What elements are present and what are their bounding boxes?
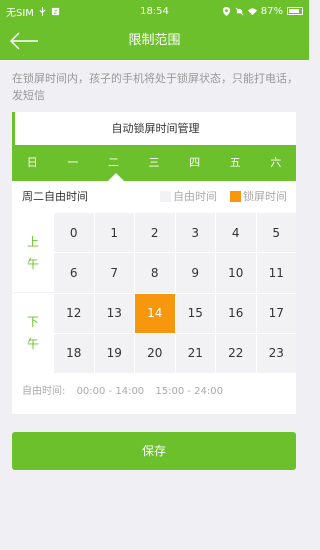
day-tab-mon[interactable]: 一	[53, 145, 94, 181]
hour-cell-23[interactable]: 23	[256, 333, 296, 373]
free-time-legend: 自由时间	[173, 190, 217, 203]
day-selector: 日 一 二 三 四 五 六	[12, 145, 296, 181]
free-time-summary: 自由时间: 00:00 - 14:00 15:00 - 24:00	[22, 382, 231, 397]
free-range-2: 15:00 - 24:00	[155, 386, 223, 397]
am-label: 上 午	[12, 213, 54, 293]
hour-cell-10[interactable]: 10	[216, 253, 256, 293]
am-char-2: 午	[26, 256, 39, 271]
pm-char-1: 下	[26, 315, 39, 329]
lock-schedule-card: 自动锁屏时间管理 日 一 二 三 四 五 六 周二自由时间 自由时间 锁屏时间 …	[12, 112, 296, 414]
hour-grid: 0 1 2 3 4 5 6 7 8 9 10 11 12 13 14 15 16 17 18 19 20 21 22 23	[54, 213, 296, 373]
hour-cell-19[interactable]: 19	[94, 333, 134, 373]
hour-cell-18[interactable]: 18	[54, 333, 94, 373]
save-button[interactable]: 保存	[12, 432, 296, 470]
hour-cell-1[interactable]: 1	[94, 213, 134, 253]
hour-cell-7[interactable]: 7	[94, 253, 134, 293]
hour-cell-3[interactable]: 3	[175, 213, 215, 253]
hour-cell-15[interactable]: 15	[175, 293, 215, 333]
hour-cell-8[interactable]: 8	[135, 253, 175, 293]
description-text: 在锁屏时间内，孩子的手机将处于锁屏状态，只能打电话，发短信	[12, 72, 298, 102]
hour-cell-11[interactable]: 11	[256, 253, 296, 293]
am-char-1: 上	[26, 234, 39, 249]
hour-cell-14[interactable]: 14	[135, 293, 175, 333]
day-tab-sun[interactable]: 日	[12, 145, 53, 181]
hour-cell-16[interactable]: 16	[216, 293, 256, 333]
hour-cell-17[interactable]: 17	[256, 293, 296, 333]
hour-cell-22[interactable]: 22	[216, 333, 256, 373]
day-tab-fri[interactable]: 五	[215, 145, 256, 181]
hour-cell-9[interactable]: 9	[175, 253, 215, 293]
day-tab-sat[interactable]: 六	[255, 145, 296, 181]
day-tab-wed[interactable]: 三	[134, 145, 175, 181]
lock-time-legend: 锁屏时间	[243, 190, 287, 203]
card-title: 自动锁屏时间管理	[12, 112, 296, 145]
pm-label: 下 午	[12, 293, 54, 373]
hour-cell-6[interactable]: 6	[54, 253, 94, 293]
free-summary-label: 自由时间:	[22, 386, 66, 397]
free-range-1: 00:00 - 14:00	[76, 386, 145, 397]
lock-time-swatch	[230, 191, 241, 202]
pm-char-2: 午	[26, 337, 39, 351]
hour-cell-5[interactable]: 5	[256, 213, 296, 253]
hour-cell-2[interactable]: 2	[135, 213, 175, 253]
selected-day-pointer	[108, 173, 124, 181]
page-title: 限制范围	[128, 33, 181, 48]
selected-day-label: 周二自由时间	[22, 190, 88, 203]
hour-cell-12[interactable]: 12	[54, 293, 94, 333]
hour-cell-4[interactable]: 4	[216, 213, 256, 253]
hour-cell-20[interactable]: 20	[135, 333, 175, 373]
legend-row: 周二自由时间 自由时间 锁屏时间	[12, 181, 296, 213]
status-time: 18:54	[140, 5, 169, 17]
hour-grid-area: 上 午 下 午 0 1 2 3 4 5 6 7 8 9 10 11 12 13 14 15 16 17 18 19 20…	[12, 213, 296, 373]
hour-cell-0[interactable]: 0	[54, 213, 94, 253]
hour-cell-21[interactable]: 21	[175, 333, 215, 373]
free-time-swatch	[160, 191, 171, 202]
battery-icon	[287, 7, 303, 15]
navigation-bar: 限制范围	[0, 22, 309, 60]
status-bar: 无SIM Z 18:54 87%	[0, 0, 309, 22]
day-tab-thu[interactable]: 四	[174, 145, 215, 181]
hour-cell-13[interactable]: 13	[94, 293, 134, 333]
